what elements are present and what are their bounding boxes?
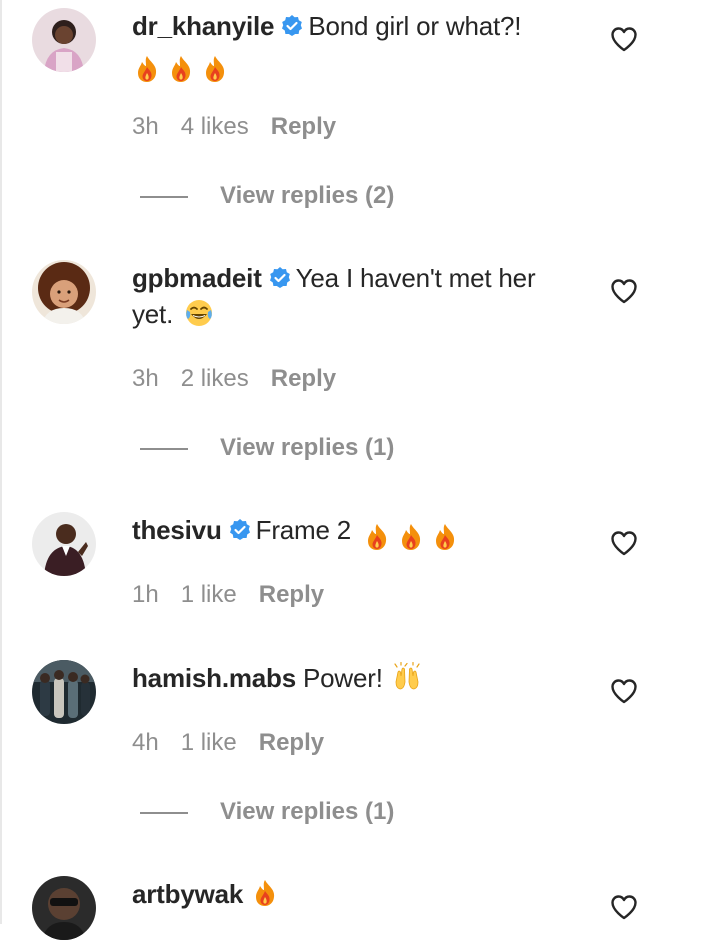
avatar[interactable]: [32, 260, 96, 324]
reply-button[interactable]: Reply: [271, 113, 336, 140]
username[interactable]: hamish.mabs: [132, 663, 296, 693]
verified-badge-icon: [228, 518, 252, 542]
comment-text: thesivu Frame 2: [132, 512, 582, 553]
username[interactable]: dr_khanyile: [132, 11, 275, 41]
like-heart-icon[interactable]: [610, 678, 638, 704]
comment-meta: 4h 1 like Reply: [132, 727, 346, 759]
username[interactable]: artbywak: [132, 879, 243, 909]
comment-meta: 3h 4 likes Reply: [132, 111, 358, 143]
timestamp: 1h: [132, 581, 159, 608]
comment-body: Frame 2: [255, 515, 352, 545]
comment-text: dr_khanyile Bond girl or what?!: [132, 8, 582, 85]
comment-body: Bond girl or what?!: [308, 11, 522, 41]
left-border: [0, 0, 2, 924]
fire-emoji-icon: [166, 54, 196, 84]
reply-button[interactable]: Reply: [271, 365, 336, 392]
avatar[interactable]: [32, 8, 96, 72]
timestamp: 3h: [132, 113, 159, 140]
emoji-row: [362, 517, 464, 553]
fire-emoji-icon: [250, 878, 280, 908]
like-heart-icon[interactable]: [610, 894, 638, 920]
emoji-row: [132, 49, 234, 85]
avatar[interactable]: [32, 876, 96, 940]
fire-emoji-icon: [396, 522, 426, 552]
verified-badge-icon: [268, 266, 292, 290]
replies-divider: [140, 196, 188, 198]
username[interactable]: thesivu: [132, 515, 222, 545]
comment-meta: 1h 1 like Reply: [132, 579, 346, 611]
like-heart-icon[interactable]: [610, 278, 638, 304]
fire-emoji-icon: [132, 54, 162, 84]
like-count[interactable]: 1 like: [181, 729, 237, 756]
comment-text: artbywak: [132, 876, 582, 912]
tears-of-joy-emoji-icon: [184, 298, 214, 328]
like-count[interactable]: 4 likes: [181, 113, 249, 140]
comment-body: Yea I haven't met her: [295, 263, 536, 293]
fire-emoji-icon: [362, 522, 392, 552]
like-count[interactable]: 2 likes: [181, 365, 249, 392]
view-replies-label[interactable]: View replies (2): [220, 180, 394, 212]
fire-emoji-icon: [430, 522, 460, 552]
fire-emoji-icon: [200, 54, 230, 84]
avatar[interactable]: [32, 512, 96, 576]
verified-badge-icon: [280, 14, 304, 38]
view-replies-label[interactable]: View replies (1): [220, 432, 394, 464]
comment-body-line2: yet.: [132, 299, 174, 329]
comment-text: hamish.mabs Power!: [132, 660, 582, 696]
comment-text: gpbmadeit Yea I haven't met her yet.: [132, 260, 582, 332]
avatar[interactable]: [32, 660, 96, 724]
like-heart-icon[interactable]: [610, 26, 638, 52]
comment-meta: 3h 2 likes Reply: [132, 363, 358, 395]
replies-divider: [140, 812, 188, 814]
reply-button[interactable]: Reply: [259, 729, 324, 756]
view-replies-label[interactable]: View replies (1): [220, 796, 394, 828]
like-heart-icon[interactable]: [610, 530, 638, 556]
reply-button[interactable]: Reply: [259, 581, 324, 608]
replies-divider: [140, 448, 188, 450]
like-count[interactable]: 1 like: [181, 581, 237, 608]
timestamp: 4h: [132, 729, 159, 756]
comment-body: Power!: [303, 663, 383, 693]
timestamp: 3h: [132, 365, 159, 392]
raising-hands-emoji-icon: [392, 662, 422, 692]
username[interactable]: gpbmadeit: [132, 263, 262, 293]
